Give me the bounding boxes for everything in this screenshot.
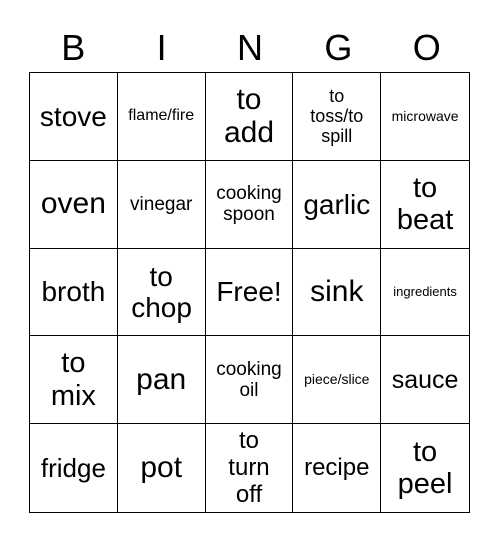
cell-text: to peel xyxy=(397,435,453,501)
bingo-cell[interactable]: to beat xyxy=(381,161,469,249)
bingo-grid: stove flame/fire to add to toss/to spill mic… xyxy=(29,72,470,513)
cell-text: to mix xyxy=(50,347,96,412)
bingo-cell[interactable]: broth xyxy=(30,248,118,337)
bingo-cell[interactable]: sauce xyxy=(381,336,469,425)
cell-text: sauce xyxy=(391,365,459,394)
bingo-cell[interactable]: to toss/to spill xyxy=(293,73,382,161)
bingo-cell[interactable]: fridge xyxy=(30,424,118,512)
cell-text: stove xyxy=(39,100,107,132)
header-letter: B xyxy=(61,27,86,68)
cell-text: Free! xyxy=(216,276,282,308)
bingo-cell[interactable]: to turn off xyxy=(206,424,294,512)
cell-text: flame/fire xyxy=(128,107,195,125)
bingo-cell[interactable]: to peel xyxy=(381,424,469,512)
cell-text: garlic xyxy=(303,188,371,220)
cell-text: ingredients xyxy=(393,283,457,299)
bingo-cell[interactable]: cooking spoon xyxy=(205,160,294,249)
cell-text: to add xyxy=(223,82,275,150)
bingo-cell[interactable]: oven xyxy=(30,160,118,249)
bingo-cell[interactable]: sink xyxy=(293,248,382,337)
bingo-cell[interactable]: cooking oil xyxy=(205,336,294,425)
bingo-cell[interactable]: garlic xyxy=(293,160,382,249)
cell-text: recipe xyxy=(304,453,370,481)
bingo-cell[interactable]: microwave xyxy=(381,73,469,161)
cell-text: vinegar xyxy=(130,193,193,215)
bingo-cell[interactable]: pan xyxy=(117,336,206,425)
bingo-cell[interactable]: Free! xyxy=(205,248,294,337)
cell-text: cooking spoon xyxy=(216,182,282,226)
cell-text: piece/slice xyxy=(304,370,370,387)
bingo-cell[interactable]: recipe xyxy=(293,424,382,512)
cell-text: pan xyxy=(136,362,187,396)
cell-text: to toss/to spill xyxy=(310,86,364,147)
header-letter: I xyxy=(156,27,167,68)
cell-text: microwave xyxy=(391,107,459,124)
header-letter: O xyxy=(412,27,441,68)
bingo-cell[interactable]: to add xyxy=(205,73,294,161)
bingo-cell[interactable]: piece/slice xyxy=(293,336,382,425)
cell-text: cooking oil xyxy=(216,358,282,401)
header-letter: N xyxy=(236,27,263,68)
cell-text: oven xyxy=(40,187,106,221)
header-letter: G xyxy=(324,27,353,68)
cell-text: broth xyxy=(41,276,106,308)
bingo-cell[interactable]: stove xyxy=(30,73,118,161)
cell-text: fridge xyxy=(40,452,106,483)
bingo-cell[interactable]: flame/fire xyxy=(117,73,206,161)
bingo-header: BINGO xyxy=(29,26,471,70)
bingo-cell[interactable]: to chop xyxy=(117,248,206,337)
bingo-cell[interactable]: ingredients xyxy=(381,249,469,337)
cell-text: pot xyxy=(140,451,183,485)
cell-text: sink xyxy=(310,275,364,309)
cell-text: to beat xyxy=(396,171,454,237)
cell-text: to chop xyxy=(131,260,192,323)
bingo-cell[interactable]: vinegar xyxy=(117,160,206,249)
cell-text: to turn off xyxy=(228,426,270,508)
bingo-cell[interactable]: to mix xyxy=(30,336,118,425)
bingo-cell[interactable]: pot xyxy=(118,424,206,512)
